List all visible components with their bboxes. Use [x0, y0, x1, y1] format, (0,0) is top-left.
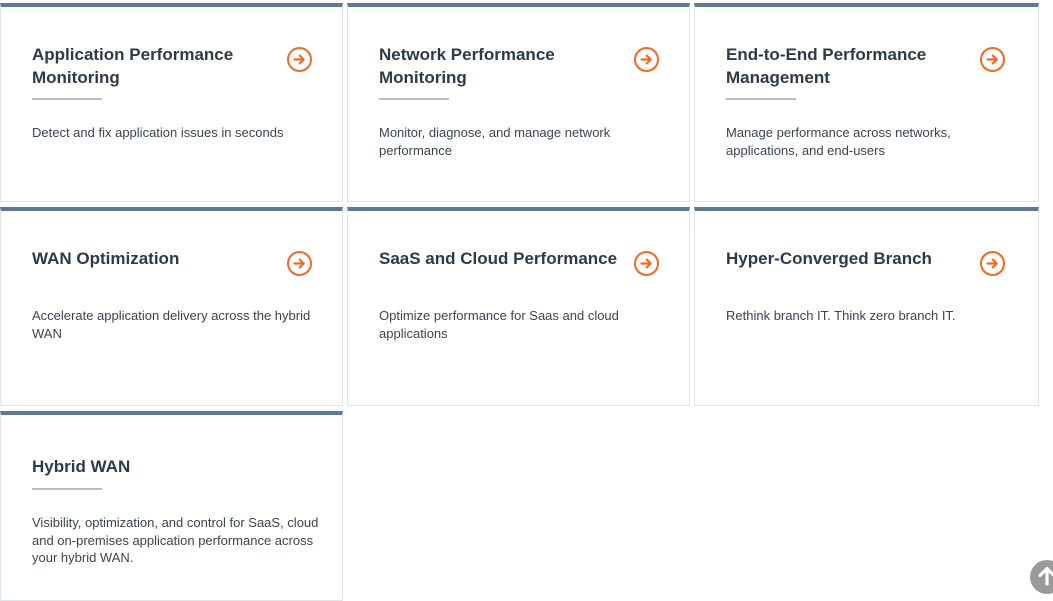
solutions-grid: Application Performance Monitoring Detec…: [0, 0, 1053, 601]
card-hyper-converged-branch[interactable]: Hyper-Converged Branch Rethink branch IT…: [694, 207, 1039, 406]
card-divider: [32, 488, 102, 490]
card-title[interactable]: Application Performance Monitoring: [32, 43, 272, 89]
arrow-right-circle-icon[interactable]: [287, 251, 312, 276]
scroll-to-top-button[interactable]: [1030, 560, 1053, 594]
card-description: Manage performance across networks, appl…: [726, 125, 951, 158]
card-title[interactable]: Network Performance Monitoring: [379, 43, 619, 89]
card-hybrid-wan[interactable]: Hybrid WAN Visibility, optimization, and…: [0, 411, 343, 601]
card-divider: [379, 98, 449, 100]
card-description: Accelerate application delivery across t…: [32, 308, 311, 341]
card-title[interactable]: SaaS and Cloud Performance: [379, 247, 629, 270]
card-description: Monitor, diagnose, and manage network pe…: [379, 125, 611, 158]
card-wan-optimization[interactable]: WAN Optimization Accelerate application …: [0, 207, 343, 406]
card-network-performance-monitoring[interactable]: Network Performance Monitoring Monitor, …: [347, 3, 690, 202]
arrow-right-circle-icon[interactable]: [634, 251, 659, 276]
card-divider: [726, 98, 796, 100]
card-title[interactable]: Hybrid WAN: [32, 455, 272, 478]
card-divider: [32, 98, 102, 100]
arrow-right-circle-icon[interactable]: [634, 47, 659, 72]
arrow-right-circle-icon[interactable]: [980, 47, 1005, 72]
card-description: Optimize performance for Saas and cloud …: [379, 308, 619, 341]
card-title[interactable]: Hyper-Converged Branch: [726, 247, 966, 270]
card-description: Rethink branch IT. Think zero branch IT.: [726, 308, 956, 323]
card-title[interactable]: WAN Optimization: [32, 247, 272, 270]
arrow-right-circle-icon[interactable]: [287, 47, 312, 72]
arrow-up-icon: [1038, 566, 1053, 586]
card-description: Detect and fix application issues in sec…: [32, 125, 284, 140]
arrow-right-circle-icon[interactable]: [980, 251, 1005, 276]
card-application-performance-monitoring[interactable]: Application Performance Monitoring Detec…: [0, 3, 343, 202]
card-title[interactable]: End-to-End Performance Management: [726, 43, 966, 89]
card-saas-and-cloud-performance[interactable]: SaaS and Cloud Performance Optimize perf…: [347, 207, 690, 406]
card-end-to-end-performance-management[interactable]: End-to-End Performance Management Manage…: [694, 3, 1039, 202]
card-description: Visibility, optimization, and control fo…: [32, 515, 319, 565]
